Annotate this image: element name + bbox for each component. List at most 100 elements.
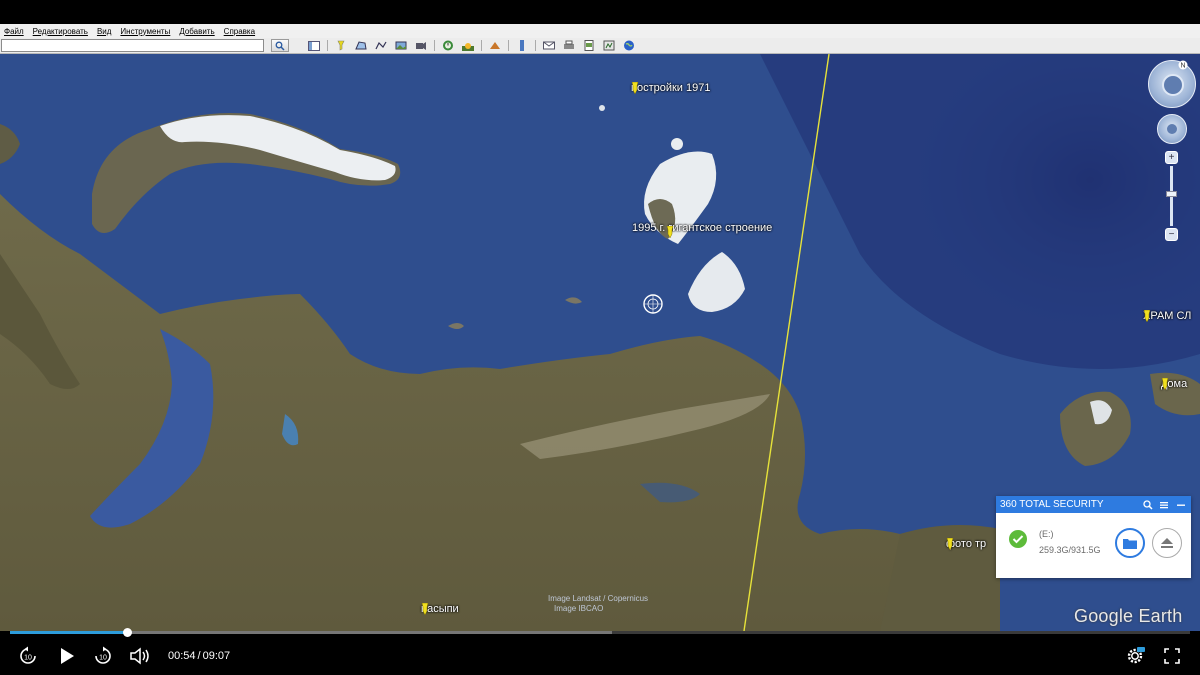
security-popup: 360 TOTAL SECURITY (E:) 259.3G/931.5G [996,496,1191,578]
svg-text:10: 10 [24,655,32,662]
imagery-attribution: Image Landsat / Copernicus Image IBCAO [548,594,648,614]
pushpin-icon [421,603,429,615]
toolbar-separator [535,40,536,51]
placemark[interactable]: дома [1160,378,1187,390]
eject-icon [1161,538,1173,548]
pushpin-icon [946,538,954,550]
menu-add[interactable]: Добавить [179,27,214,36]
placemark[interactable]: 1995 г. гигантское строение [631,222,772,234]
menu-edit[interactable]: Редактировать [33,27,88,36]
placemark[interactable]: ХРАМ СЛ [1142,310,1191,322]
drive-size: 259.3G/931.5G [1039,545,1101,555]
view-in-maps-icon[interactable] [602,40,616,52]
placemark-label: 1995 г. гигантское строение [632,222,773,234]
menu-tools[interactable]: Инструменты [120,27,170,36]
save-image-icon[interactable] [582,40,596,52]
add-placemark-icon[interactable] [334,40,348,52]
toolbar-icons [307,39,642,52]
settings-button[interactable] [1124,645,1146,667]
record-tour-icon[interactable] [414,40,428,52]
security-popup-title: 360 TOTAL SECURITY [1000,499,1104,510]
toolbar-separator [481,40,482,51]
email-icon[interactable] [542,40,556,52]
menu-help[interactable]: Справка [224,27,255,36]
toolbar-separator [327,40,328,51]
open-folder-button[interactable] [1115,528,1145,558]
pushpin-icon [1161,378,1169,390]
screen: Файл Редактировать Вид Инструменты Добав… [0,0,1200,675]
zoom-slider[interactable]: + − [1165,151,1178,241]
zoom-in-button[interactable]: + [1165,151,1178,164]
forward-icon: 10 [95,646,111,664]
crosshair-icon [643,294,663,314]
add-image-overlay-icon[interactable] [394,40,408,52]
video-player-controls: 10 10 00:54/09:07 [0,628,1200,675]
played-bar [10,631,127,634]
placemark[interactable]: фото тр [945,538,986,550]
svg-text:10: 10 [99,655,107,662]
print-icon[interactable] [562,40,576,52]
security-popup-body: (E:) 259.3G/931.5G [996,513,1191,578]
gear-icon [1127,647,1145,664]
duration: 09:07 [202,650,231,662]
rewind-10-button[interactable]: 10 [17,645,39,667]
search-icon[interactable] [1142,499,1153,510]
search-button[interactable] [271,39,289,52]
add-path-icon[interactable] [374,40,388,52]
rewind-icon: 10 [20,646,36,664]
attribution-line: Image Landsat / Copernicus [548,594,649,603]
current-time: 00:54 [168,650,196,662]
planets-icon[interactable] [488,40,502,52]
time-display: 00:54/09:07 [168,650,231,662]
compass-north-icon: N [1178,60,1188,70]
fullscreen-button[interactable] [1161,645,1183,667]
historical-imagery-icon[interactable] [441,40,455,52]
pushpin-icon [631,82,639,94]
play-button[interactable] [56,645,78,667]
search-icon [275,41,285,51]
menu-bar: Файл Редактировать Вид Инструменты Добав… [0,24,1200,38]
volume-icon [130,647,149,665]
zoom-thumb[interactable] [1166,191,1177,197]
move-joystick[interactable] [1157,114,1187,144]
menu-icon[interactable] [1158,499,1169,510]
google-earth-logo: Google Earth [1074,606,1183,626]
seek-handle[interactable] [122,628,132,637]
earth-icon[interactable] [622,40,636,52]
sidebar-toggle-icon[interactable] [307,40,321,52]
attribution-line: Image IBCAO [554,604,604,613]
menu-file[interactable]: Файл [4,27,24,36]
forward-10-button[interactable]: 10 [92,645,114,667]
look-joystick[interactable]: N [1148,60,1196,108]
placemark-label: постройки 1971 [631,82,711,94]
ice-island [671,138,683,150]
check-icon [1009,530,1027,548]
toolbar [0,38,1200,54]
look-joystick-center [1162,74,1184,96]
placemark[interactable]: насыпи [420,603,459,615]
search-input[interactable] [1,39,264,52]
ruler-icon[interactable] [515,40,529,52]
seek-bar[interactable] [10,628,1190,637]
toolbar-separator [508,40,509,51]
pushpin-icon [666,226,674,238]
svg-text:N: N [1180,63,1185,70]
menu-view[interactable]: Вид [97,27,111,36]
add-polygon-icon[interactable] [354,40,368,52]
placemark[interactable]: постройки 1971 [630,82,710,94]
zoom-out-button[interactable]: − [1165,228,1178,241]
pushpin-icon [1143,310,1151,322]
islet [599,105,605,111]
top-letterbox [0,0,1200,24]
security-popup-header: 360 TOTAL SECURITY [996,496,1191,513]
toolbar-separator [434,40,435,51]
folder-icon [1123,539,1137,549]
move-joystick-center [1167,124,1177,134]
fullscreen-icon [1164,648,1180,664]
eject-button[interactable] [1152,528,1182,558]
drive-name: (E:) [1039,529,1054,539]
volume-button[interactable] [128,645,152,667]
minimize-icon[interactable] [1175,499,1186,510]
play-icon [61,648,74,664]
sunlight-icon[interactable] [461,40,475,52]
